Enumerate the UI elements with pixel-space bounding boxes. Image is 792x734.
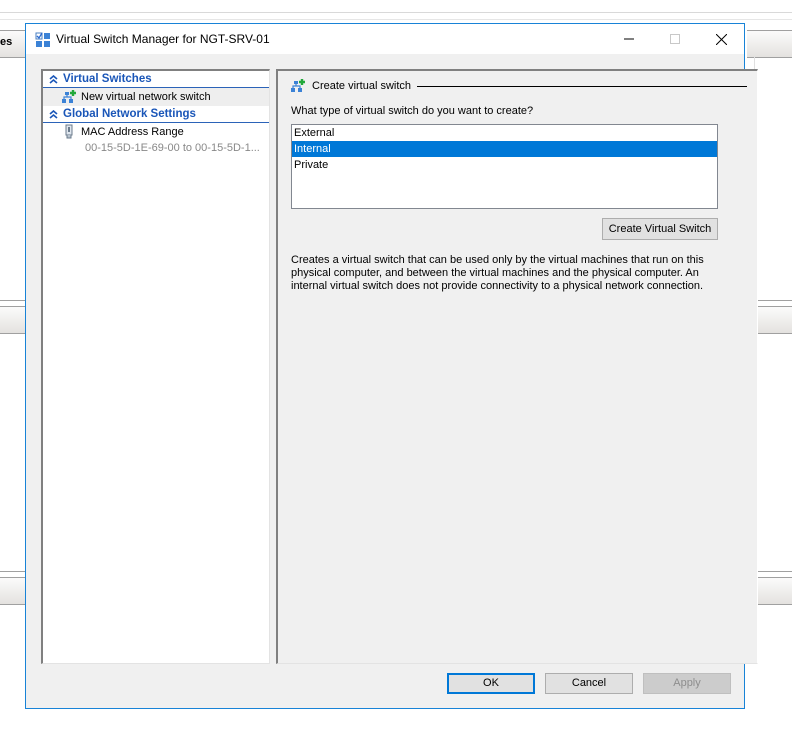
group-title: Create virtual switch: [312, 80, 412, 92]
switch-type-option-private[interactable]: Private: [292, 157, 717, 173]
window-title: Virtual Switch Manager for NGT-SRV-01: [56, 32, 270, 46]
background-tab-label: es: [0, 36, 13, 48]
background-divider: [0, 300, 26, 301]
new-switch-icon: [291, 79, 305, 92]
title-bar[interactable]: Virtual Switch Manager for NGT-SRV-01: [26, 24, 744, 54]
network-adapter-icon: [65, 124, 73, 139]
background-divider: [0, 12, 792, 13]
virtual-switch-manager-window: Virtual Switch Manager for NGT-SRV-01 Vi…: [25, 23, 758, 709]
maximize-icon: [670, 34, 680, 44]
close-icon: [715, 33, 727, 45]
switch-type-option-external[interactable]: External: [292, 125, 717, 141]
details-pane: Create virtual switch What type of virtu…: [276, 69, 758, 664]
apply-button[interactable]: Apply: [643, 673, 731, 694]
close-button[interactable]: [698, 24, 744, 54]
tree-item-label: New virtual network switch: [81, 91, 211, 103]
background-divider: [0, 19, 792, 20]
minimize-button[interactable]: [606, 24, 652, 54]
tree-item-new-virtual-network-switch[interactable]: New virtual network switch: [43, 88, 269, 106]
switch-manager-icon: [35, 32, 50, 47]
mac-address-range-value: 00-15-5D-1E-69-00 to 00-15-5D-1...: [85, 142, 260, 154]
switch-type-option-internal[interactable]: Internal: [292, 141, 717, 157]
collapse-chevron-icon[interactable]: [43, 74, 63, 84]
create-virtual-switch-group: Create virtual switch: [290, 78, 747, 94]
section-header-virtual-switches[interactable]: Virtual Switches: [43, 71, 269, 88]
minimize-icon: [624, 38, 634, 40]
new-switch-icon: [62, 90, 76, 103]
group-divider: [417, 85, 747, 87]
create-virtual-switch-button[interactable]: Create Virtual Switch: [602, 218, 718, 240]
tree-item-mac-address-range[interactable]: MAC Address Range: [43, 123, 269, 141]
switch-type-question: What type of virtual switch do you want …: [291, 105, 534, 117]
collapse-chevron-icon[interactable]: [43, 109, 63, 119]
switch-type-listbox[interactable]: External Internal Private: [291, 124, 718, 209]
tree-item-label: MAC Address Range: [81, 126, 184, 138]
section-label: Virtual Switches: [63, 73, 152, 85]
section-header-global-network-settings[interactable]: Global Network Settings: [43, 106, 269, 123]
background-divider: [0, 571, 26, 572]
switch-type-description: Creates a virtual switch that can be use…: [291, 254, 704, 292]
cancel-button[interactable]: Cancel: [545, 673, 633, 694]
ok-button[interactable]: OK: [447, 673, 535, 694]
maximize-button[interactable]: [652, 24, 698, 54]
settings-tree: Virtual Switches New virtual network swi…: [41, 69, 270, 664]
section-label: Global Network Settings: [63, 108, 196, 120]
background-column-header: [0, 577, 26, 605]
background-column-header: [0, 306, 26, 334]
background-column-header: [747, 30, 792, 58]
